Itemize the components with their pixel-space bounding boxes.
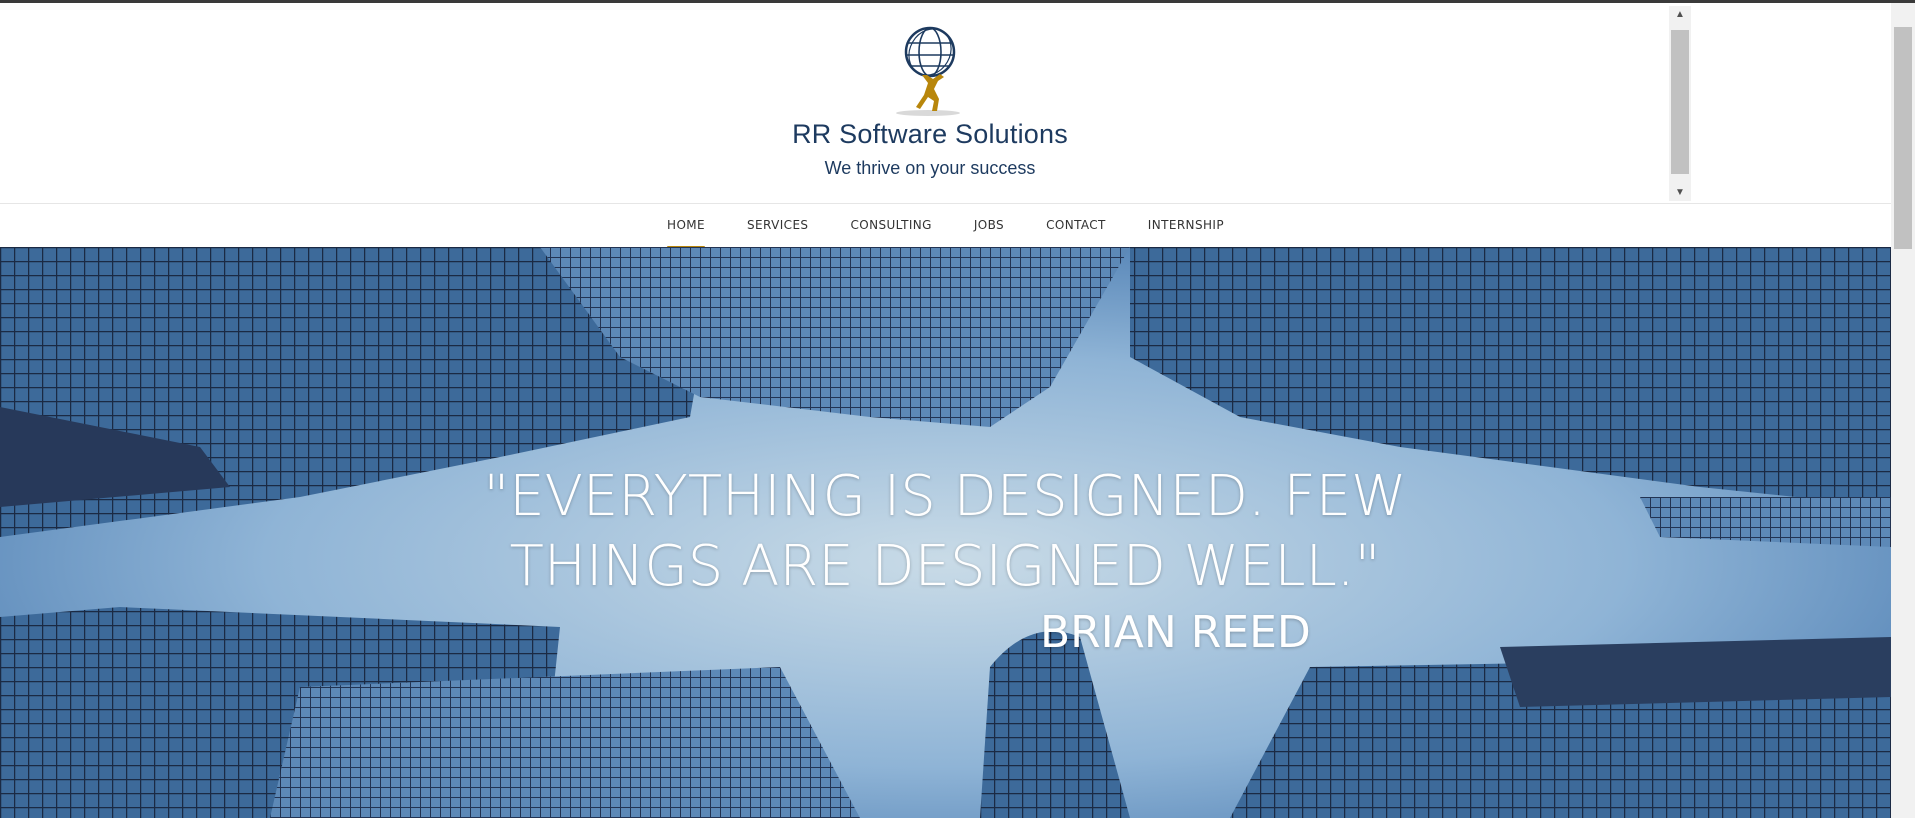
page-scrollbar-thumb[interactable] [1894,27,1912,249]
hero-quote: "EVERYTHING IS DESIGNED. FEW THINGS ARE … [430,462,1460,602]
nav-item-contact[interactable]: CONTACT [1025,204,1127,248]
brand-name: RR Software Solutions [792,119,1068,149]
page: RR Software Solutions We thrive on your … [0,3,1891,818]
hero-quote-author: BRIAN REED [1040,607,1311,658]
scrollbar-thumb[interactable] [1671,30,1689,174]
header-scrollbar[interactable]: ▲ ▼ [1669,6,1691,201]
hero-quote-line1: "EVERYTHING IS DESIGNED. FEW [483,464,1407,529]
main-nav: HOME SERVICES CONSULTING JOBS CONTACT IN… [0,203,1891,249]
brand-tagline: We thrive on your success [824,158,1036,178]
nav-item-home[interactable]: HOME [646,204,726,249]
hero-banner: "EVERYTHING IS DESIGNED. FEW THINGS ARE … [0,247,1891,818]
scroll-up-icon[interactable]: ▲ [1669,6,1691,23]
hero-quote-line2: THINGS ARE DESIGNED WELL." [509,534,1381,599]
atlas-globe-icon[interactable] [870,25,990,119]
nav-item-internship[interactable]: INTERNSHIP [1127,204,1245,248]
nav-item-services[interactable]: SERVICES [726,204,829,248]
scroll-down-icon[interactable]: ▼ [1669,184,1691,201]
site-header: RR Software Solutions We thrive on your … [0,3,1891,203]
nav-item-jobs[interactable]: JOBS [953,204,1025,248]
page-scrollbar[interactable] [1891,3,1915,818]
nav-item-consulting[interactable]: CONSULTING [829,204,952,248]
